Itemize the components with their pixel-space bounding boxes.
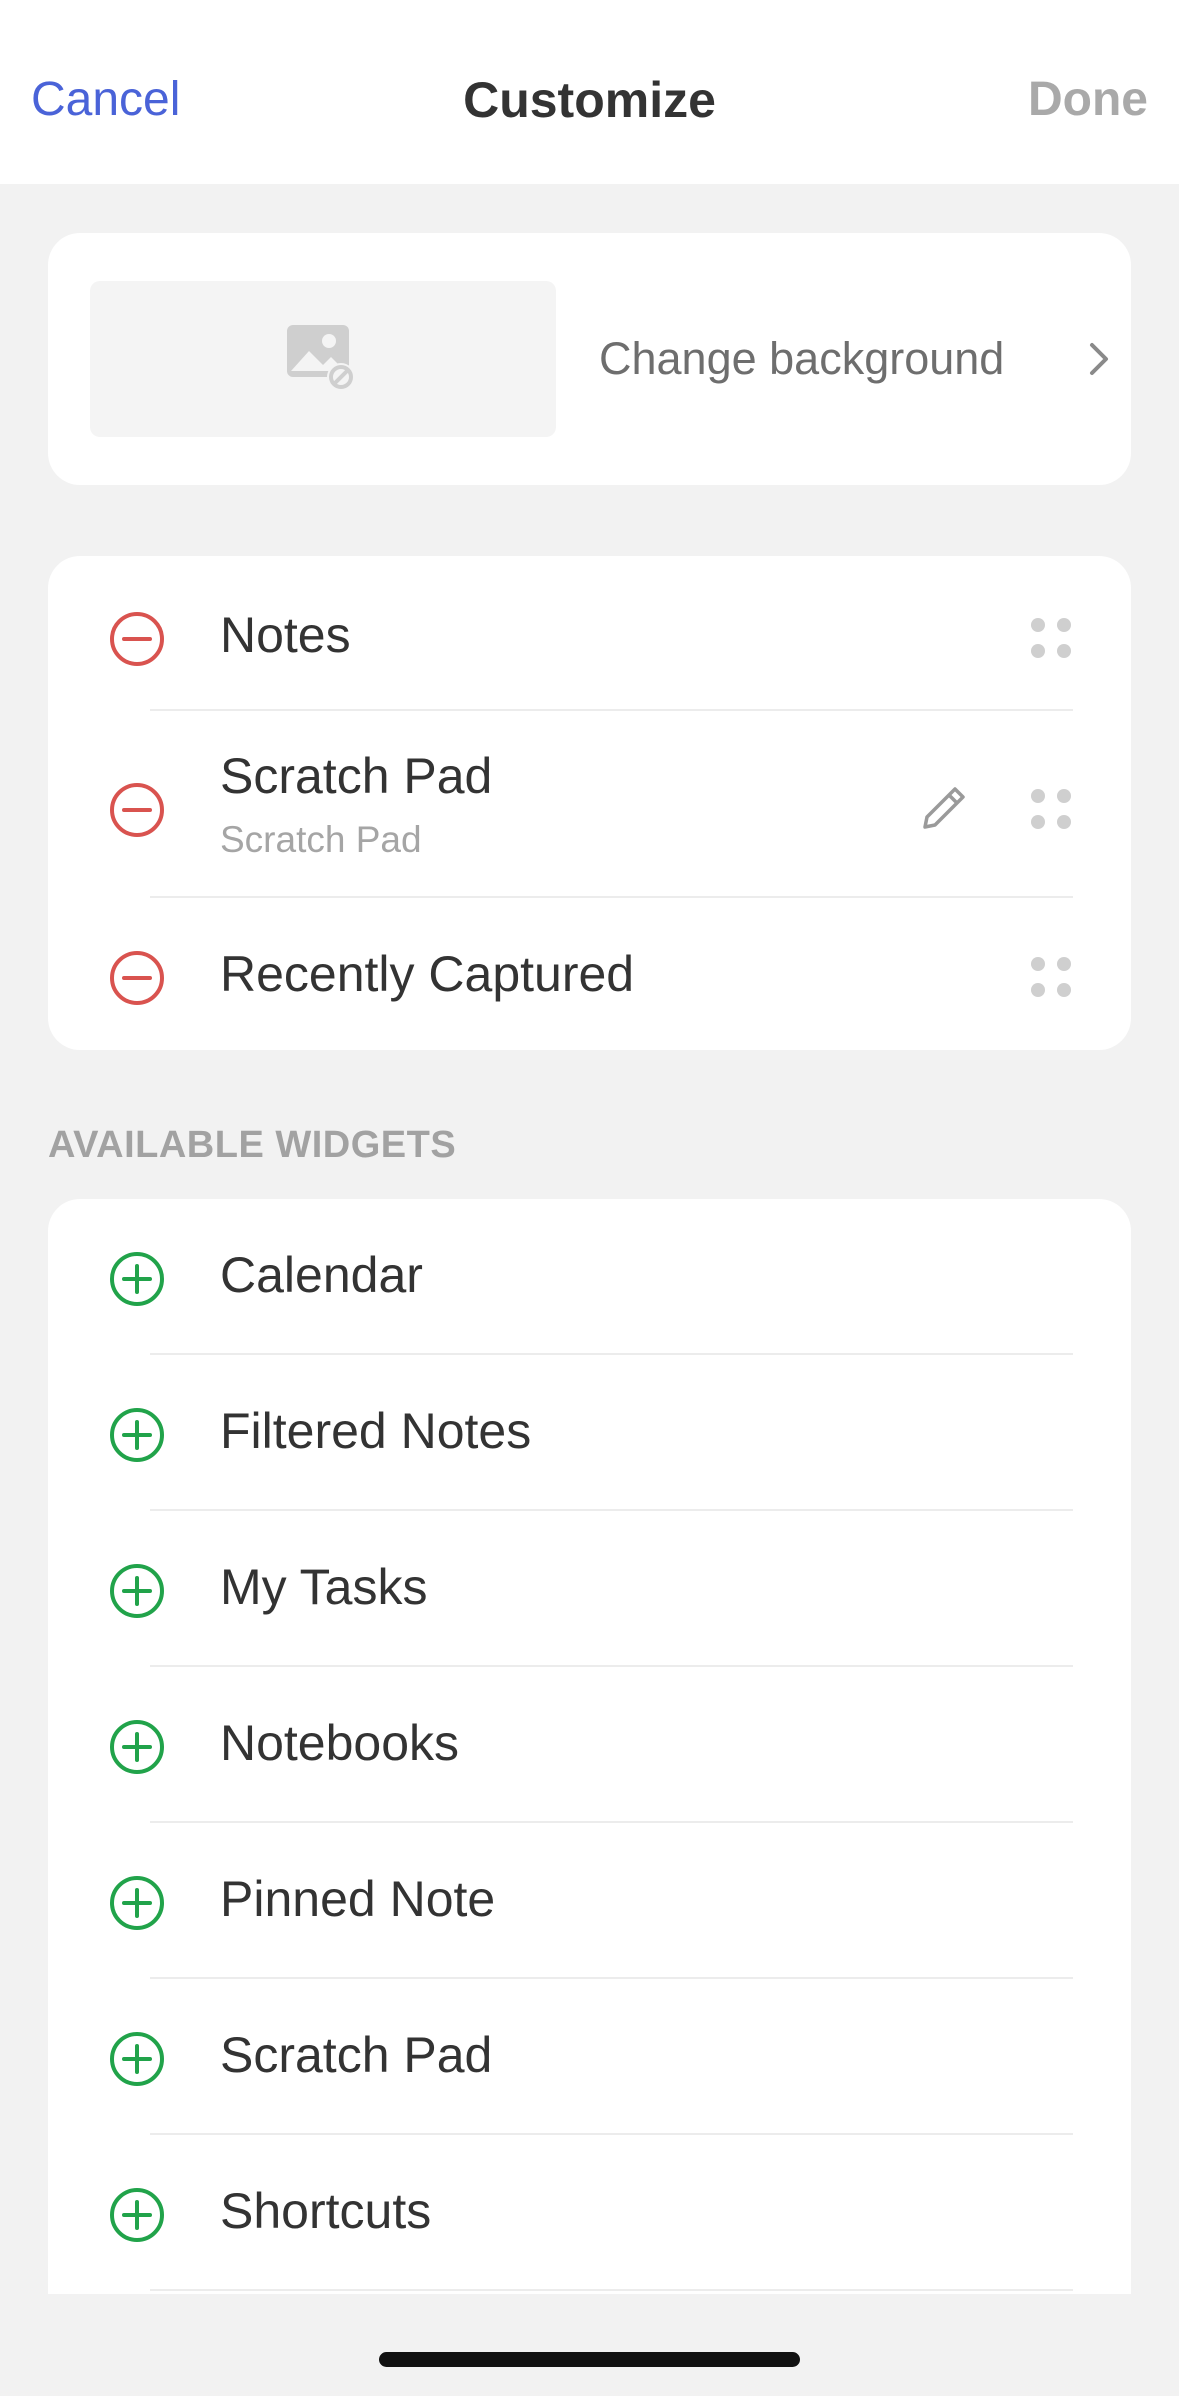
done-button[interactable]: Done: [1028, 64, 1148, 136]
available-widgets-list: Calendar Filtered Notes My Tasks Noteboo…: [48, 1199, 1131, 2294]
available-widget-row[interactable]: Pinned Note: [48, 1823, 1131, 1979]
widget-label: Notes: [220, 607, 351, 663]
drag-handle-icon[interactable]: [1029, 787, 1073, 831]
widget-label: Notebooks: [220, 1715, 460, 1771]
widget-row-notes: Notes: [48, 556, 1131, 711]
available-widget-row[interactable]: My Tasks: [48, 1511, 1131, 1667]
plus-circle-icon[interactable]: [108, 1562, 166, 1620]
widget-label: Filtered Notes: [220, 1403, 532, 1459]
available-widget-row[interactable]: Notebooks: [48, 1667, 1131, 1823]
pencil-icon[interactable]: [917, 781, 971, 835]
divider: [150, 2289, 1073, 2291]
minus-circle-icon[interactable]: [108, 781, 166, 839]
available-widget-row[interactable]: Calendar: [48, 1199, 1131, 1355]
plus-circle-icon[interactable]: [108, 1406, 166, 1464]
plus-circle-icon[interactable]: [108, 1874, 166, 1932]
available-widget-row[interactable]: Scratch Pad: [48, 1979, 1131, 2135]
drag-handle-icon[interactable]: [1029, 955, 1073, 999]
available-widgets-header: AVAILABLE WIDGETS: [48, 1124, 457, 1166]
home-indicator[interactable]: [379, 2352, 800, 2367]
minus-circle-icon[interactable]: [108, 949, 166, 1007]
background-preview[interactable]: [90, 281, 556, 437]
widget-label: Pinned Note: [220, 1871, 496, 1927]
widget-label: Recently Captured: [220, 946, 635, 1002]
widget-label: Scratch Pad: [220, 748, 493, 804]
widget-label: My Tasks: [220, 1559, 428, 1615]
widget-label: Scratch Pad: [220, 2027, 493, 2083]
page-title: Customize: [463, 72, 716, 128]
image-off-icon: [287, 325, 355, 391]
minus-circle-icon[interactable]: [108, 610, 166, 668]
active-widgets-list: Notes Scratch Pad Scratch Pad Recently C…: [48, 556, 1131, 1050]
available-widget-row[interactable]: Filtered Notes: [48, 1355, 1131, 1511]
plus-circle-icon[interactable]: [108, 1718, 166, 1776]
change-background-link[interactable]: Change background: [599, 281, 1119, 437]
widget-row-recently-captured: Recently Captured: [48, 898, 1131, 1050]
widget-row-scratch-pad: Scratch Pad Scratch Pad: [48, 711, 1131, 898]
available-widget-row[interactable]: Shortcuts: [48, 2135, 1131, 2291]
navigation-bar: Cancel Customize Done: [0, 0, 1179, 184]
chevron-right-icon: [1090, 343, 1108, 375]
widget-sublabel: Scratch Pad: [220, 819, 422, 860]
change-background-label: Change background: [599, 333, 1005, 384]
background-card: Change background: [48, 233, 1131, 485]
plus-circle-icon[interactable]: [108, 2030, 166, 2088]
widget-label: Shortcuts: [220, 2183, 432, 2239]
widget-label: Calendar: [220, 1247, 423, 1303]
plus-circle-icon[interactable]: [108, 1250, 166, 1308]
plus-circle-icon[interactable]: [108, 2186, 166, 2244]
drag-handle-icon[interactable]: [1029, 616, 1073, 660]
